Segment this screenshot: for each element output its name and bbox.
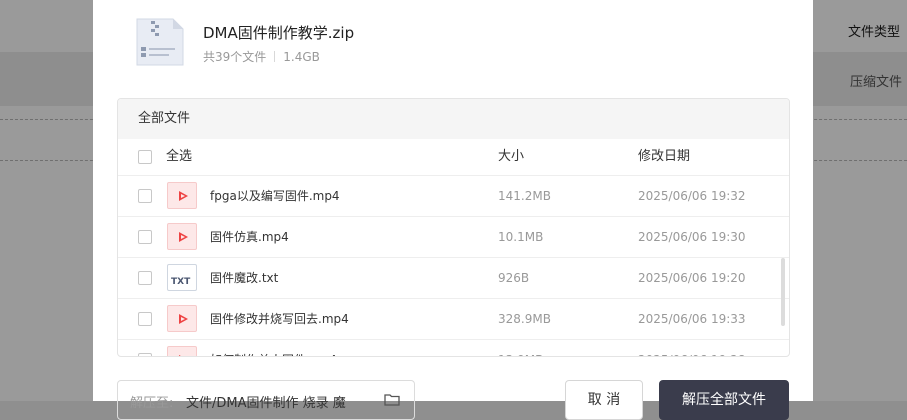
folder-icon[interactable]	[384, 393, 400, 406]
file-row[interactable]: 如何制作单人固件.mp4 13.9MB 2025/06/06 19:28	[118, 340, 789, 356]
archive-name: DMA固件制作教学.zip	[203, 24, 355, 42]
select-all-checkbox[interactable]	[138, 150, 152, 164]
video-file-icon	[167, 346, 197, 356]
video-file-icon	[167, 305, 197, 332]
file-name: 固件修改并烧写回去.mp4	[210, 312, 349, 326]
extract-path-value: 文件/DMA固件制作 烧录 魔	[186, 396, 346, 411]
size-column-header: 大小	[498, 149, 525, 164]
meta-divider	[274, 51, 276, 62]
background-cell: 压缩文件	[850, 75, 903, 90]
file-checkbox[interactable]	[138, 230, 152, 244]
file-name: 固件魔改.txt	[210, 271, 279, 285]
file-name: 如何制作单人固件.mp4	[210, 340, 337, 356]
video-file-icon	[167, 223, 197, 250]
extract-all-button[interactable]: 解压全部文件	[659, 380, 789, 420]
file-row[interactable]: TXT 固件魔改.txt 926B 2025/06/06 19:20	[118, 258, 789, 299]
file-size: 13.9MB	[498, 340, 543, 356]
archive-size: 1.4GB	[283, 49, 320, 64]
file-checkbox[interactable]	[138, 312, 152, 326]
file-name: fpga以及编写固件.mp4	[210, 189, 340, 203]
file-size: 926B	[498, 271, 530, 285]
file-date: 2025/06/06 19:20	[638, 271, 746, 285]
file-list-header: 全选 大小 修改日期	[118, 139, 789, 176]
file-size: 141.2MB	[498, 189, 551, 203]
txt-badge: TXT	[171, 277, 191, 287]
panel-title: 全部文件	[118, 99, 789, 139]
extract-path-field[interactable]: 解压至: 文件/DMA固件制作 烧录 魔	[117, 380, 415, 420]
video-file-icon	[167, 182, 197, 209]
list-scrollbar[interactable]	[781, 258, 785, 326]
cancel-button[interactable]: 取 消	[565, 380, 643, 420]
file-checkbox[interactable]	[138, 271, 152, 285]
zip-file-icon	[136, 18, 184, 66]
file-size: 328.9MB	[498, 312, 551, 326]
date-column-header: 修改日期	[638, 149, 691, 164]
file-date: 2025/06/06 19:28	[638, 340, 746, 356]
file-size: 10.1MB	[498, 230, 544, 244]
file-date: 2025/06/06 19:32	[638, 189, 746, 203]
select-all-label[interactable]: 全选	[166, 139, 192, 175]
file-list-panel: 全部文件 全选 大小 修改日期 fpga以及编写固件.mp4 141.2MB 2…	[117, 98, 790, 357]
file-checkbox[interactable]	[138, 353, 152, 356]
text-file-icon: TXT	[167, 264, 197, 291]
file-date: 2025/06/06 19:33	[638, 312, 746, 326]
file-name: 固件仿真.mp4	[210, 230, 289, 244]
file-checkbox[interactable]	[138, 189, 152, 203]
file-date: 2025/06/06 19:30	[638, 230, 746, 244]
background-column-header: 文件类型	[848, 25, 901, 40]
archive-file-count: 共39个文件	[203, 50, 267, 64]
file-row[interactable]: 固件修改并烧写回去.mp4 328.9MB 2025/06/06 19:33	[118, 299, 789, 340]
file-row[interactable]: 固件仿真.mp4 10.1MB 2025/06/06 19:30	[118, 217, 789, 258]
file-row[interactable]: fpga以及编写固件.mp4 141.2MB 2025/06/06 19:32	[118, 176, 789, 217]
extract-path-label: 解压至:	[130, 396, 174, 411]
archive-meta: 共39个文件 1.4GB	[203, 48, 320, 65]
